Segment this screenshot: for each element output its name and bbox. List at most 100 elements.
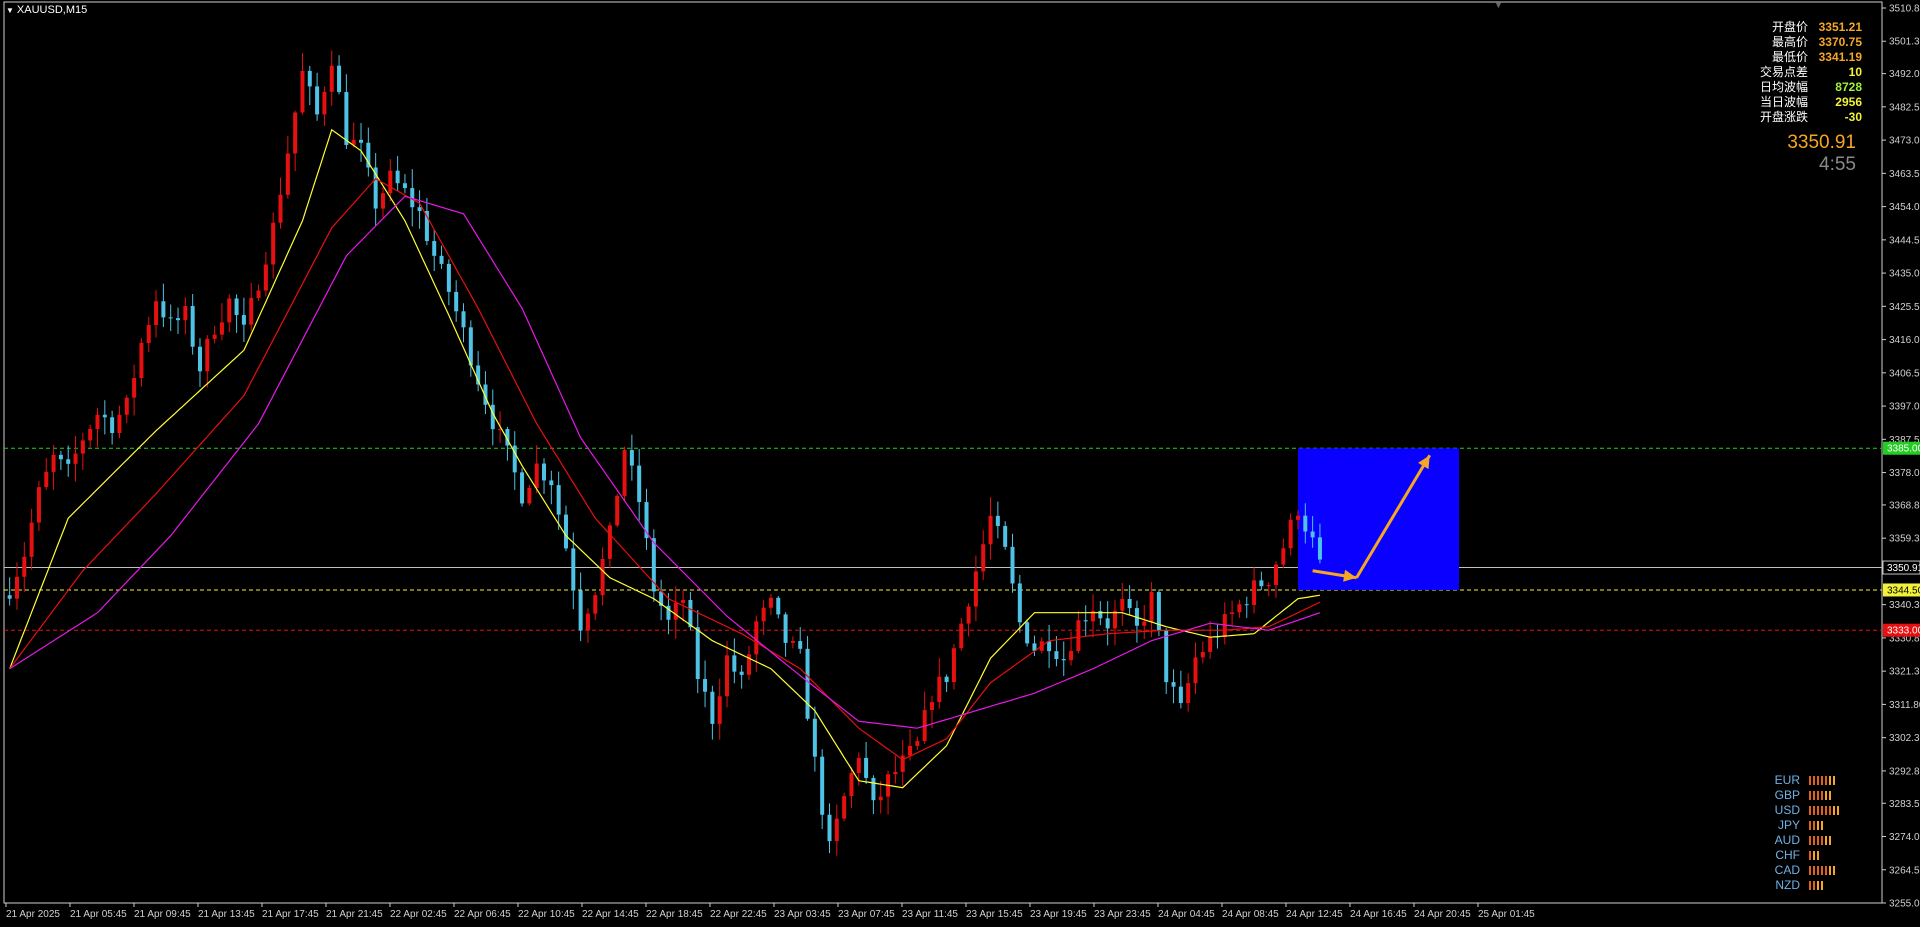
candle-body <box>1274 564 1279 585</box>
strength-bar <box>1817 836 1819 845</box>
currency-name: GBP <box>1774 788 1800 802</box>
strength-bar <box>1817 866 1819 875</box>
candle-body <box>227 298 232 323</box>
candle-body <box>1295 515 1300 520</box>
candle-body <box>344 92 349 145</box>
candle-body <box>102 414 107 418</box>
candle-body <box>190 306 195 347</box>
candle-body <box>1120 599 1125 611</box>
candle-body <box>249 297 254 325</box>
strength-bar <box>1809 836 1811 845</box>
candle-body <box>1149 592 1154 622</box>
y-tick-label: 3255.05 <box>1889 899 1920 910</box>
candle-body <box>717 696 722 724</box>
candle-body <box>966 606 971 624</box>
time-axis: 21 Apr 2025 21 Apr 05:45 21 Apr 09:45 21 Ap… <box>5 903 1535 920</box>
candle-body <box>197 346 202 372</box>
x-tick-label: 22 Apr 14:45 <box>582 909 639 920</box>
plot-frame <box>3 1 1883 904</box>
strength-bar <box>1817 821 1819 830</box>
y-tick-label: 3321.30 <box>1889 667 1920 678</box>
candle-body <box>827 814 832 842</box>
candle-body <box>66 459 71 464</box>
candle-body <box>1266 584 1271 587</box>
level-label: 3333.00 <box>1887 626 1920 637</box>
candle-body <box>900 755 905 772</box>
x-tick-label: 24 Apr 12:45 <box>1286 909 1343 920</box>
symbol-label[interactable]: ▼ XAUUSD,M15 <box>6 4 87 16</box>
stat-row: 最低价 3341.19 <box>1722 50 1862 65</box>
candle-body <box>805 648 810 719</box>
candle-body <box>1230 612 1235 615</box>
candle-body <box>893 771 898 775</box>
candle-body <box>1310 531 1315 538</box>
horizontal-levels <box>4 447 1882 631</box>
strength-bar <box>1817 881 1819 890</box>
y-tick-label: 3368.80 <box>1889 500 1920 511</box>
candle-body <box>534 463 539 488</box>
candle-body <box>132 378 137 398</box>
candle-body <box>212 334 217 339</box>
candle-body <box>154 301 159 326</box>
stat-row: 开盘涨跌 -30 <box>1722 110 1862 125</box>
candle-body <box>834 818 839 842</box>
candle-body <box>1047 641 1052 652</box>
candle-body <box>1171 682 1176 687</box>
candle-body <box>36 487 41 523</box>
stat-label: 日均波幅 <box>1759 80 1808 94</box>
strength-bars <box>1809 776 1835 785</box>
strength-bar <box>1821 821 1823 830</box>
strength-bar <box>1813 821 1815 830</box>
strength-bar <box>1821 881 1823 890</box>
x-tick-label: 21 Apr 2025 <box>6 909 60 920</box>
candle-body <box>95 414 100 430</box>
chart-canvas[interactable]: 3510.80 3501.30 3492.05 3482.55 3473.05 3463.… <box>0 0 1920 927</box>
candle-body <box>110 417 115 434</box>
candlestick-series <box>7 50 1322 856</box>
currency-row: NZD <box>1766 878 1839 893</box>
strength-bar <box>1821 791 1823 800</box>
currency-row: JPY <box>1766 818 1839 833</box>
scroll-marker-icon[interactable]: ▼ <box>1494 0 1503 10</box>
y-tick-label: 3292.80 <box>1889 766 1920 777</box>
candle-body <box>688 600 693 628</box>
candle-body <box>1061 659 1066 661</box>
candle-body <box>732 655 737 672</box>
candle-body <box>1281 548 1286 565</box>
strength-bar <box>1817 806 1819 815</box>
candle-body <box>593 595 598 614</box>
strength-bar <box>1809 821 1811 830</box>
currency-row: USD <box>1766 803 1839 818</box>
candle-body <box>556 485 561 515</box>
stat-row: 开盘价 3351.21 <box>1722 20 1862 35</box>
candle-body <box>329 65 334 92</box>
strength-bar <box>1813 836 1815 845</box>
strength-bar <box>1817 791 1819 800</box>
strength-bar <box>1833 776 1835 785</box>
candle-body <box>856 757 861 774</box>
strength-bar <box>1821 836 1823 845</box>
candle-body <box>864 757 869 778</box>
candle-body <box>995 515 1000 527</box>
candle-body <box>944 676 949 683</box>
candle-body <box>44 471 49 488</box>
candle-body <box>183 306 188 321</box>
dropdown-triangle-icon[interactable]: ▼ <box>6 6 14 15</box>
symbol-text: XAUUSD,M15 <box>16 4 88 16</box>
candle-body <box>1193 657 1198 684</box>
currency-row: AUD <box>1766 833 1839 848</box>
candle-body <box>461 311 466 328</box>
y-tick-label: 3416.05 <box>1889 335 1920 346</box>
stat-label: 最高价 <box>1771 35 1808 49</box>
y-tick-label: 3397.05 <box>1889 402 1920 413</box>
moving-averages <box>9 128 1321 789</box>
stat-label: 交易点差 <box>1759 65 1808 79</box>
candle-body <box>88 429 93 441</box>
currency-name: NZD <box>1775 878 1800 892</box>
x-tick-label: 24 Apr 04:45 <box>1158 909 1215 920</box>
strength-bar <box>1813 776 1815 785</box>
strength-bar <box>1825 866 1827 875</box>
candle-body <box>1200 651 1205 658</box>
candle-body <box>1178 686 1183 704</box>
candle-body <box>790 641 795 643</box>
